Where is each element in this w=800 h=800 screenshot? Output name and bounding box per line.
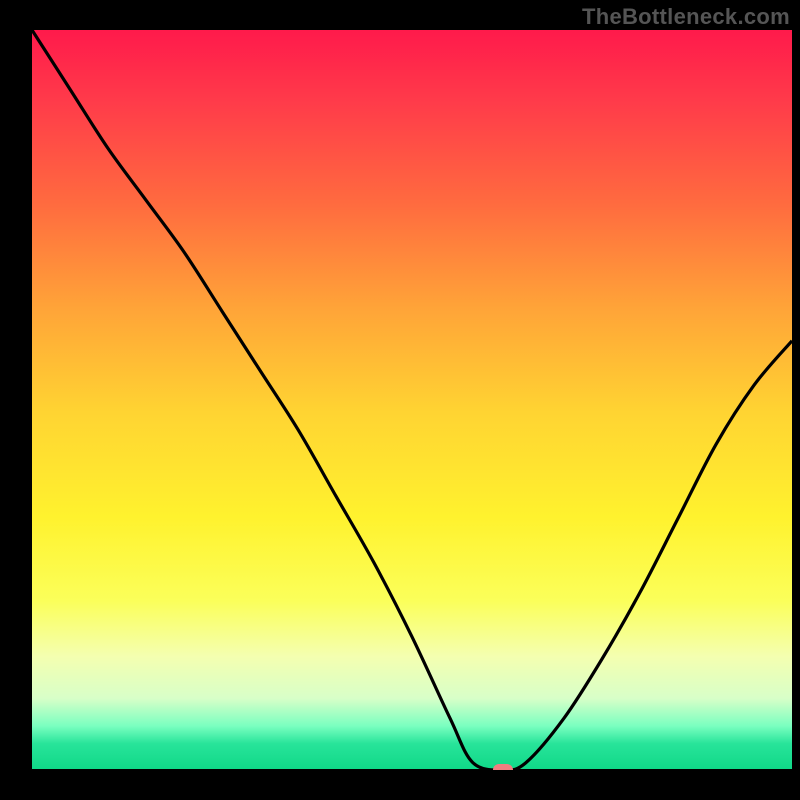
x-axis-line <box>32 769 792 772</box>
plot-area <box>32 30 792 770</box>
watermark-text: TheBottleneck.com <box>582 4 790 30</box>
optimal-point-marker <box>493 764 513 770</box>
curve-layer <box>32 30 792 770</box>
bottleneck-curve <box>32 30 792 770</box>
chart-frame: TheBottleneck.com <box>0 0 800 800</box>
